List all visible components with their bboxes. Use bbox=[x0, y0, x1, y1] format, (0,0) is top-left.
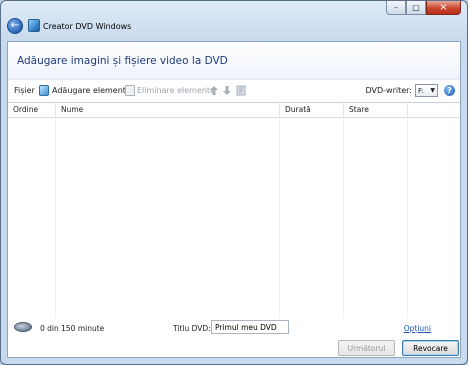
capacity-text: 0 din 150 minute bbox=[40, 324, 105, 333]
next-button[interactable]: Următorul bbox=[338, 340, 395, 356]
column-header-duration[interactable]: Durată bbox=[280, 103, 344, 117]
dvd-title-input[interactable] bbox=[211, 320, 289, 334]
toolbar: Fișier Adăugare elemente Eliminare eleme… bbox=[8, 80, 460, 103]
close-icon: × bbox=[439, 2, 448, 13]
help-icon[interactable]: ? bbox=[444, 85, 455, 96]
cancel-button[interactable]: Revocare bbox=[402, 340, 459, 356]
column-divider bbox=[343, 117, 344, 319]
items-list[interactable] bbox=[8, 117, 460, 319]
column-divider bbox=[279, 117, 280, 319]
minimize-icon: – bbox=[394, 3, 398, 12]
content-panel: Adăugare imagini și fișiere video la DVD… bbox=[7, 41, 461, 358]
back-arrow-icon: ← bbox=[10, 20, 20, 31]
column-header-order[interactable]: Ordine bbox=[8, 103, 56, 117]
dvd-maker-app-icon bbox=[28, 19, 40, 32]
move-up-icon[interactable] bbox=[209, 85, 219, 96]
move-down-icon[interactable] bbox=[222, 85, 232, 96]
disc-icon bbox=[14, 322, 32, 332]
options-link[interactable]: Opțiuni bbox=[404, 324, 431, 333]
remove-items-button[interactable]: Eliminare elemente bbox=[137, 86, 215, 95]
dvd-writer-value: F: bbox=[418, 86, 424, 95]
dvd-writer-label: DVD-writer: bbox=[365, 86, 413, 95]
menu-style-icon[interactable] bbox=[236, 85, 246, 96]
maximize-icon: □ bbox=[412, 3, 420, 12]
add-items-icon bbox=[39, 85, 49, 96]
column-header-name[interactable]: Nume bbox=[56, 103, 280, 117]
add-items-button[interactable]: Adăugare elemente bbox=[52, 86, 131, 95]
page-heading: Adăugare imagini și fișiere video la DVD bbox=[17, 55, 228, 67]
header-band: Adăugare imagini și fișiere video la DVD bbox=[8, 42, 460, 80]
title-bar: ← Creator DVD Windows – □ × bbox=[1, 1, 467, 41]
maximize-button[interactable]: □ bbox=[406, 1, 426, 15]
back-button[interactable]: ← bbox=[7, 18, 23, 34]
app-window: ← Creator DVD Windows – □ × Adăugare ima… bbox=[0, 0, 468, 365]
close-button[interactable]: × bbox=[426, 1, 461, 15]
caption-buttons: – □ × bbox=[386, 1, 461, 17]
dvd-title-label: Titlu DVD: bbox=[173, 324, 211, 333]
column-header-status[interactable]: Stare bbox=[344, 103, 408, 117]
minimize-button[interactable]: – bbox=[386, 1, 406, 15]
table-header: Ordine Nume Durată Stare bbox=[8, 103, 460, 118]
file-menu[interactable]: Fișier bbox=[14, 86, 35, 95]
column-divider bbox=[407, 117, 408, 319]
column-divider bbox=[55, 117, 56, 319]
dvd-writer-select[interactable]: F: ▼ bbox=[415, 84, 438, 97]
remove-items-icon bbox=[125, 85, 135, 96]
chevron-down-icon: ▼ bbox=[430, 87, 435, 94]
window-title: Creator DVD Windows bbox=[43, 22, 132, 31]
button-bar: Următorul Revocare bbox=[7, 340, 461, 360]
